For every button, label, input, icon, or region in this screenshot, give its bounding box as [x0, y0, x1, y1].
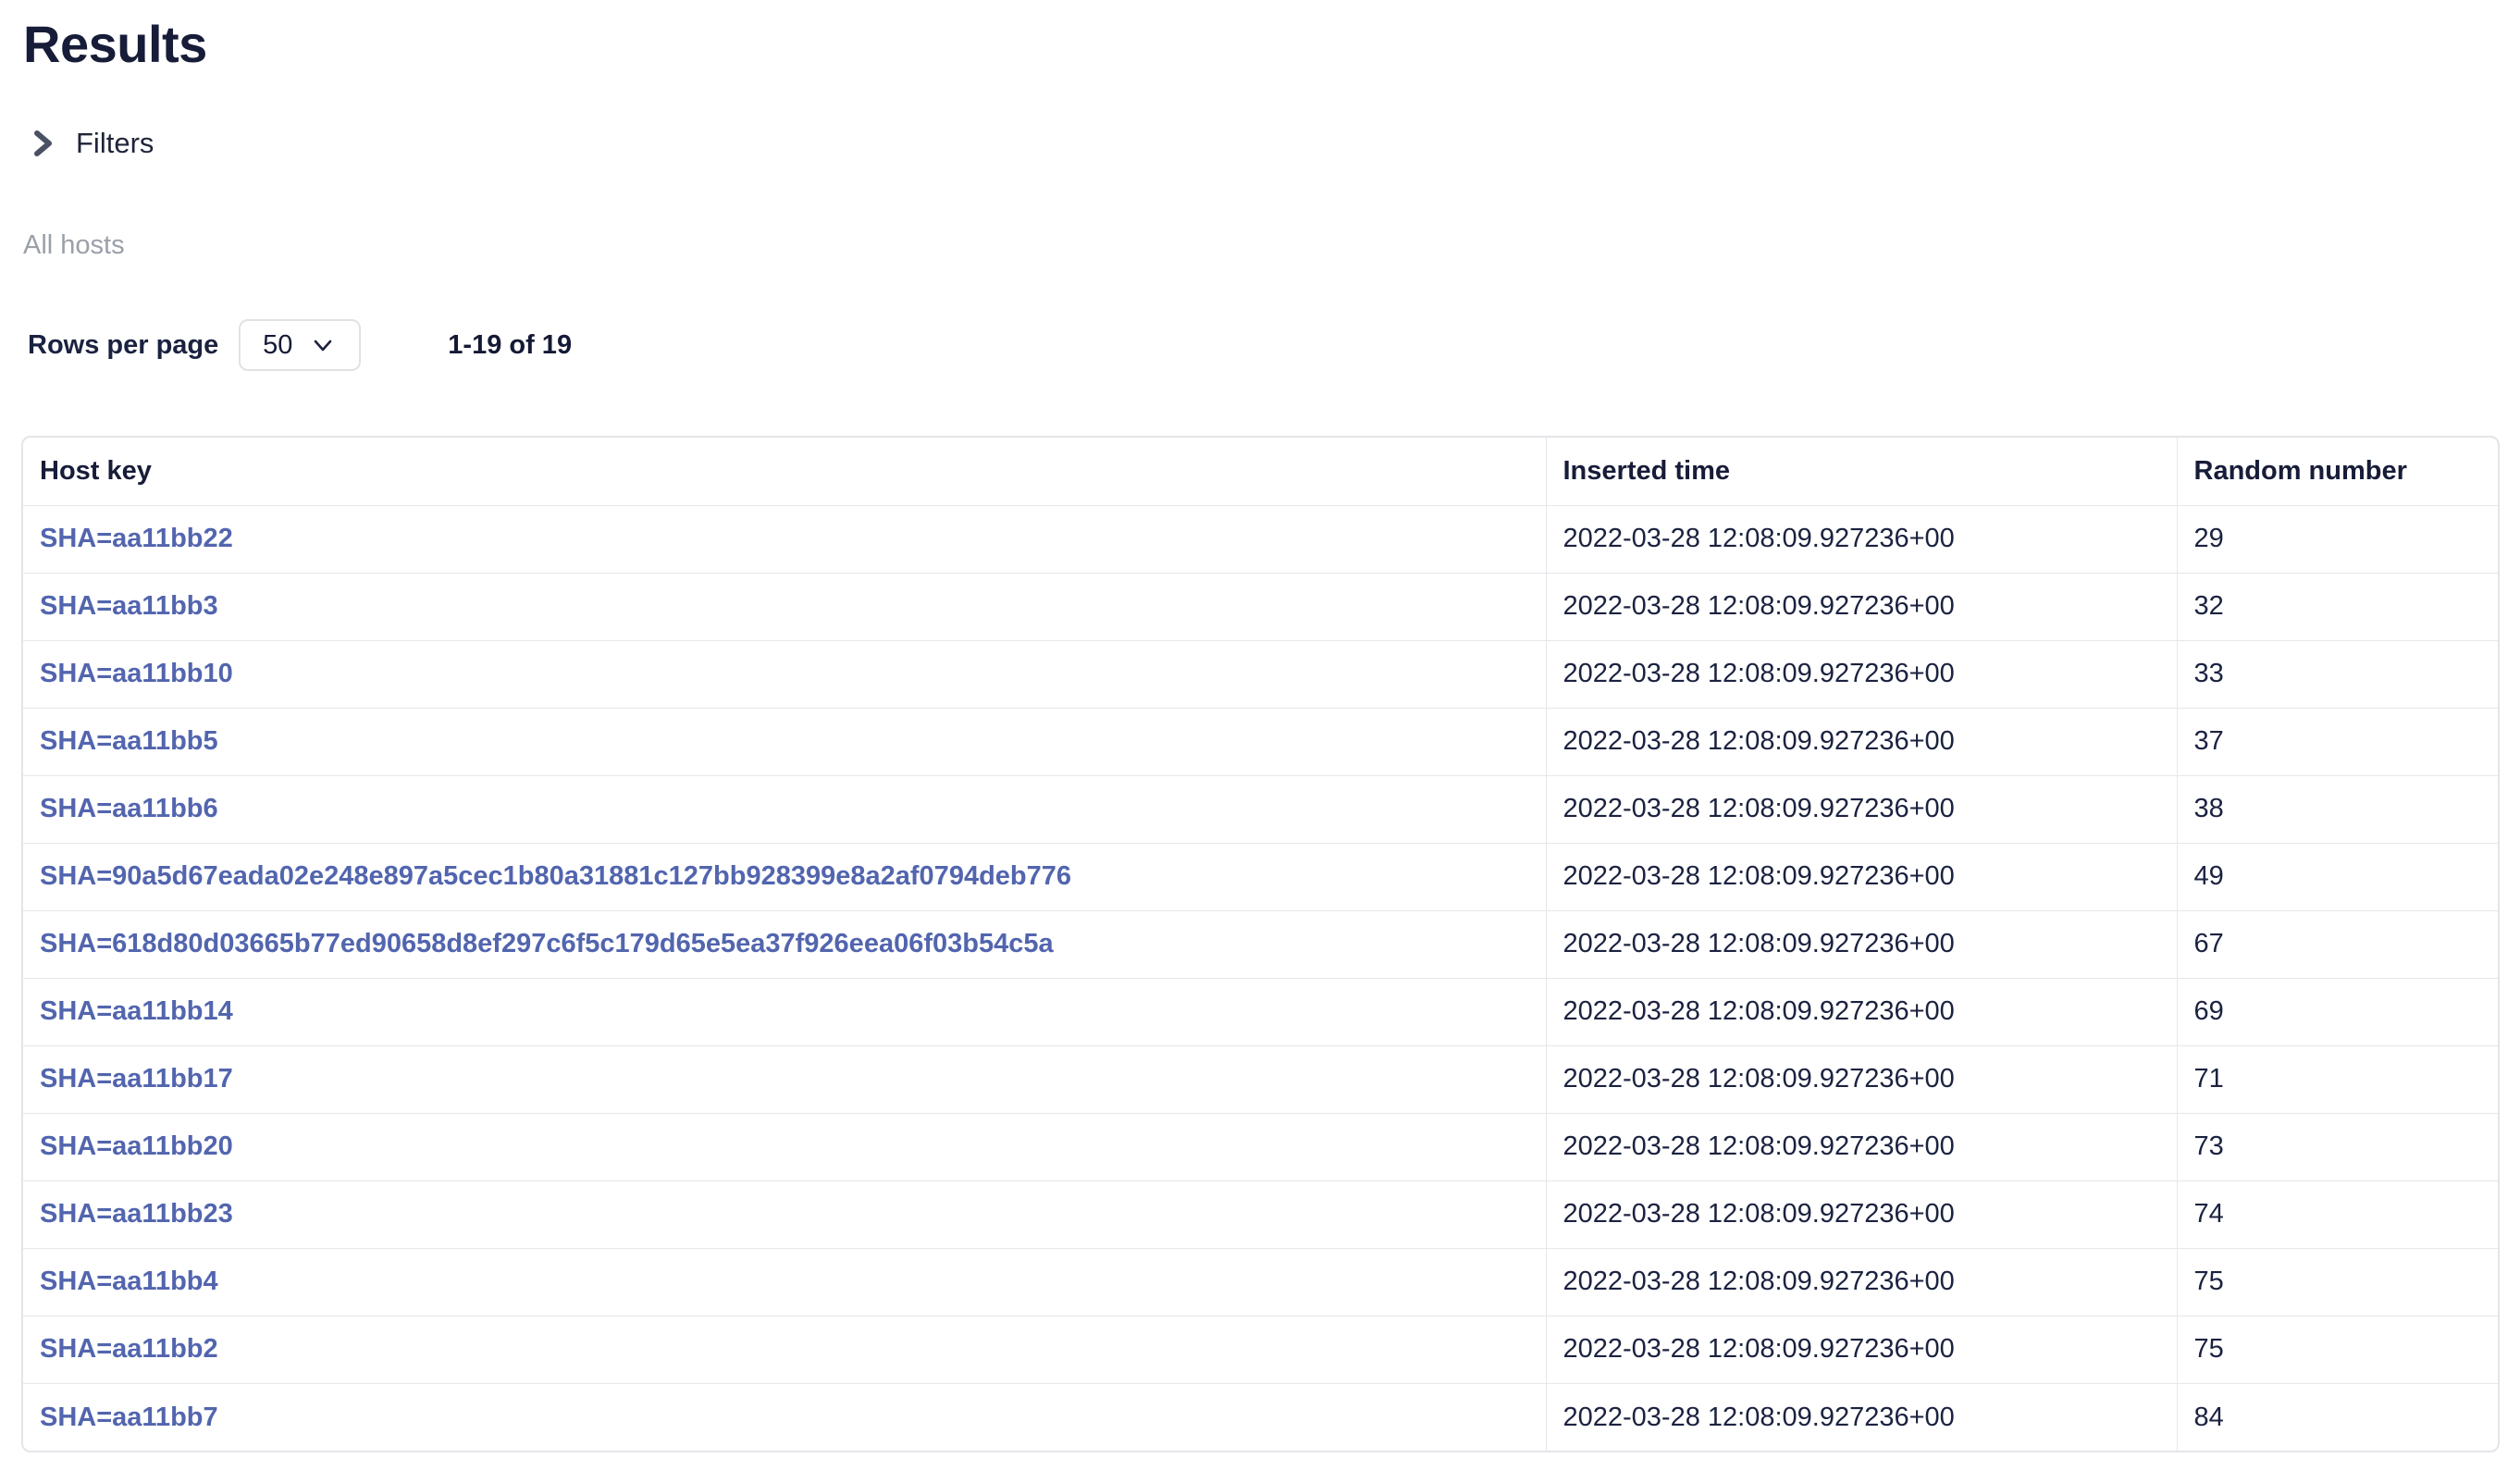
hosts-scope-text: All hosts: [23, 229, 2520, 262]
table-row: SHA=aa11bb22 2022-03-28 12:08:09.927236+…: [23, 505, 2498, 573]
random-number-cell: 38: [2177, 775, 2498, 843]
table-row: SHA=aa11bb10 2022-03-28 12:08:09.927236+…: [23, 640, 2498, 708]
host-key-link[interactable]: SHA=aa11bb14: [40, 996, 233, 1026]
random-number-cell: 75: [2177, 1248, 2498, 1316]
chevron-right-icon: [31, 129, 54, 158]
table-row: SHA=aa11bb3 2022-03-28 12:08:09.927236+0…: [23, 573, 2498, 640]
random-number-cell: 74: [2177, 1180, 2498, 1248]
host-key-link[interactable]: SHA=aa11bb3: [40, 591, 218, 621]
host-key-cell: SHA=618d80d03665b77ed90658d8ef297c6f5c17…: [23, 910, 1546, 978]
inserted-time-cell: 2022-03-28 12:08:09.927236+00: [1546, 573, 2177, 640]
host-key-cell: SHA=aa11bb4: [23, 1248, 1546, 1316]
pagination-range: 1-19 of 19: [448, 330, 572, 361]
inserted-time-cell: 2022-03-28 12:08:09.927236+00: [1546, 775, 2177, 843]
host-key-link[interactable]: SHA=aa11bb22: [40, 524, 233, 553]
random-number-cell: 84: [2177, 1383, 2498, 1451]
random-number-cell: 33: [2177, 640, 2498, 708]
table-row: SHA=aa11bb4 2022-03-28 12:08:09.927236+0…: [23, 1248, 2498, 1316]
host-key-cell: SHA=aa11bb10: [23, 640, 1546, 708]
random-number-cell: 71: [2177, 1045, 2498, 1113]
host-key-cell: SHA=aa11bb7: [23, 1383, 1546, 1451]
filters-label: Filters: [76, 127, 154, 160]
table-row: SHA=90a5d67eada02e248e897a5cec1b80a31881…: [23, 843, 2498, 910]
inserted-time-cell: 2022-03-28 12:08:09.927236+00: [1546, 1248, 2177, 1316]
random-number-cell: 32: [2177, 573, 2498, 640]
pagination-controls: Rows per page 50 1-19 of 19: [28, 319, 2520, 371]
random-number-cell: 75: [2177, 1316, 2498, 1383]
table-row: SHA=aa11bb6 2022-03-28 12:08:09.927236+0…: [23, 775, 2498, 843]
random-number-cell: 73: [2177, 1113, 2498, 1180]
table-row: SHA=aa11bb17 2022-03-28 12:08:09.927236+…: [23, 1045, 2498, 1113]
inserted-time-cell: 2022-03-28 12:08:09.927236+00: [1546, 1113, 2177, 1180]
host-key-link[interactable]: SHA=aa11bb23: [40, 1199, 233, 1229]
host-key-link[interactable]: SHA=aa11bb7: [40, 1402, 218, 1432]
inserted-time-cell: 2022-03-28 12:08:09.927236+00: [1546, 1316, 2177, 1383]
host-key-link[interactable]: SHA=aa11bb17: [40, 1064, 233, 1094]
inserted-time-cell: 2022-03-28 12:08:09.927236+00: [1546, 1383, 2177, 1451]
table-header-row: Host key Inserted time Random number: [23, 438, 2498, 505]
inserted-time-cell: 2022-03-28 12:08:09.927236+00: [1546, 505, 2177, 573]
rows-per-page-value: 50: [263, 330, 292, 361]
table-row: SHA=aa11bb5 2022-03-28 12:08:09.927236+0…: [23, 708, 2498, 775]
filters-toggle[interactable]: Filters: [31, 126, 2520, 161]
host-key-cell: SHA=aa11bb23: [23, 1180, 1546, 1248]
table-row: SHA=aa11bb14 2022-03-28 12:08:09.927236+…: [23, 978, 2498, 1045]
rows-per-page-select[interactable]: 50: [239, 319, 361, 371]
random-number-cell: 67: [2177, 910, 2498, 978]
host-key-link[interactable]: SHA=aa11bb2: [40, 1334, 218, 1364]
table-row: SHA=aa11bb2 2022-03-28 12:08:09.927236+0…: [23, 1316, 2498, 1383]
host-key-cell: SHA=aa11bb6: [23, 775, 1546, 843]
inserted-time-cell: 2022-03-28 12:08:09.927236+00: [1546, 708, 2177, 775]
host-key-link[interactable]: SHA=aa11bb10: [40, 659, 233, 688]
column-header-inserted-time: Inserted time: [1546, 438, 2177, 505]
column-header-host-key: Host key: [23, 438, 1546, 505]
results-table-card: Host key Inserted time Random number SHA…: [21, 436, 2500, 1452]
host-key-cell: SHA=aa11bb20: [23, 1113, 1546, 1180]
inserted-time-cell: 2022-03-28 12:08:09.927236+00: [1546, 843, 2177, 910]
host-key-cell: SHA=aa11bb5: [23, 708, 1546, 775]
table-row: SHA=aa11bb7 2022-03-28 12:08:09.927236+0…: [23, 1383, 2498, 1451]
host-key-cell: SHA=aa11bb14: [23, 978, 1546, 1045]
inserted-time-cell: 2022-03-28 12:08:09.927236+00: [1546, 910, 2177, 978]
table-body: SHA=aa11bb22 2022-03-28 12:08:09.927236+…: [23, 505, 2498, 1451]
host-key-link[interactable]: SHA=aa11bb20: [40, 1131, 233, 1161]
host-key-cell: SHA=aa11bb17: [23, 1045, 1546, 1113]
inserted-time-cell: 2022-03-28 12:08:09.927236+00: [1546, 1180, 2177, 1248]
chevron-down-icon: [309, 331, 337, 359]
rows-per-page-label: Rows per page: [28, 330, 218, 361]
table-row: SHA=aa11bb20 2022-03-28 12:08:09.927236+…: [23, 1113, 2498, 1180]
host-key-cell: SHA=90a5d67eada02e248e897a5cec1b80a31881…: [23, 843, 1546, 910]
random-number-cell: 29: [2177, 505, 2498, 573]
random-number-cell: 69: [2177, 978, 2498, 1045]
table-row: SHA=618d80d03665b77ed90658d8ef297c6f5c17…: [23, 910, 2498, 978]
host-key-cell: SHA=aa11bb2: [23, 1316, 1546, 1383]
host-key-link[interactable]: SHA=aa11bb5: [40, 726, 218, 756]
column-header-random-number: Random number: [2177, 438, 2498, 505]
random-number-cell: 37: [2177, 708, 2498, 775]
page-title: Results: [23, 15, 2520, 74]
host-key-cell: SHA=aa11bb22: [23, 505, 1546, 573]
host-key-link[interactable]: SHA=aa11bb4: [40, 1266, 218, 1296]
host-key-cell: SHA=aa11bb3: [23, 573, 1546, 640]
inserted-time-cell: 2022-03-28 12:08:09.927236+00: [1546, 978, 2177, 1045]
inserted-time-cell: 2022-03-28 12:08:09.927236+00: [1546, 640, 2177, 708]
inserted-time-cell: 2022-03-28 12:08:09.927236+00: [1546, 1045, 2177, 1113]
host-key-link[interactable]: SHA=618d80d03665b77ed90658d8ef297c6f5c17…: [40, 929, 1054, 958]
host-key-link[interactable]: SHA=90a5d67eada02e248e897a5cec1b80a31881…: [40, 861, 1071, 891]
results-table: Host key Inserted time Random number SHA…: [23, 438, 2498, 1451]
random-number-cell: 49: [2177, 843, 2498, 910]
host-key-link[interactable]: SHA=aa11bb6: [40, 794, 218, 823]
table-row: SHA=aa11bb23 2022-03-28 12:08:09.927236+…: [23, 1180, 2498, 1248]
